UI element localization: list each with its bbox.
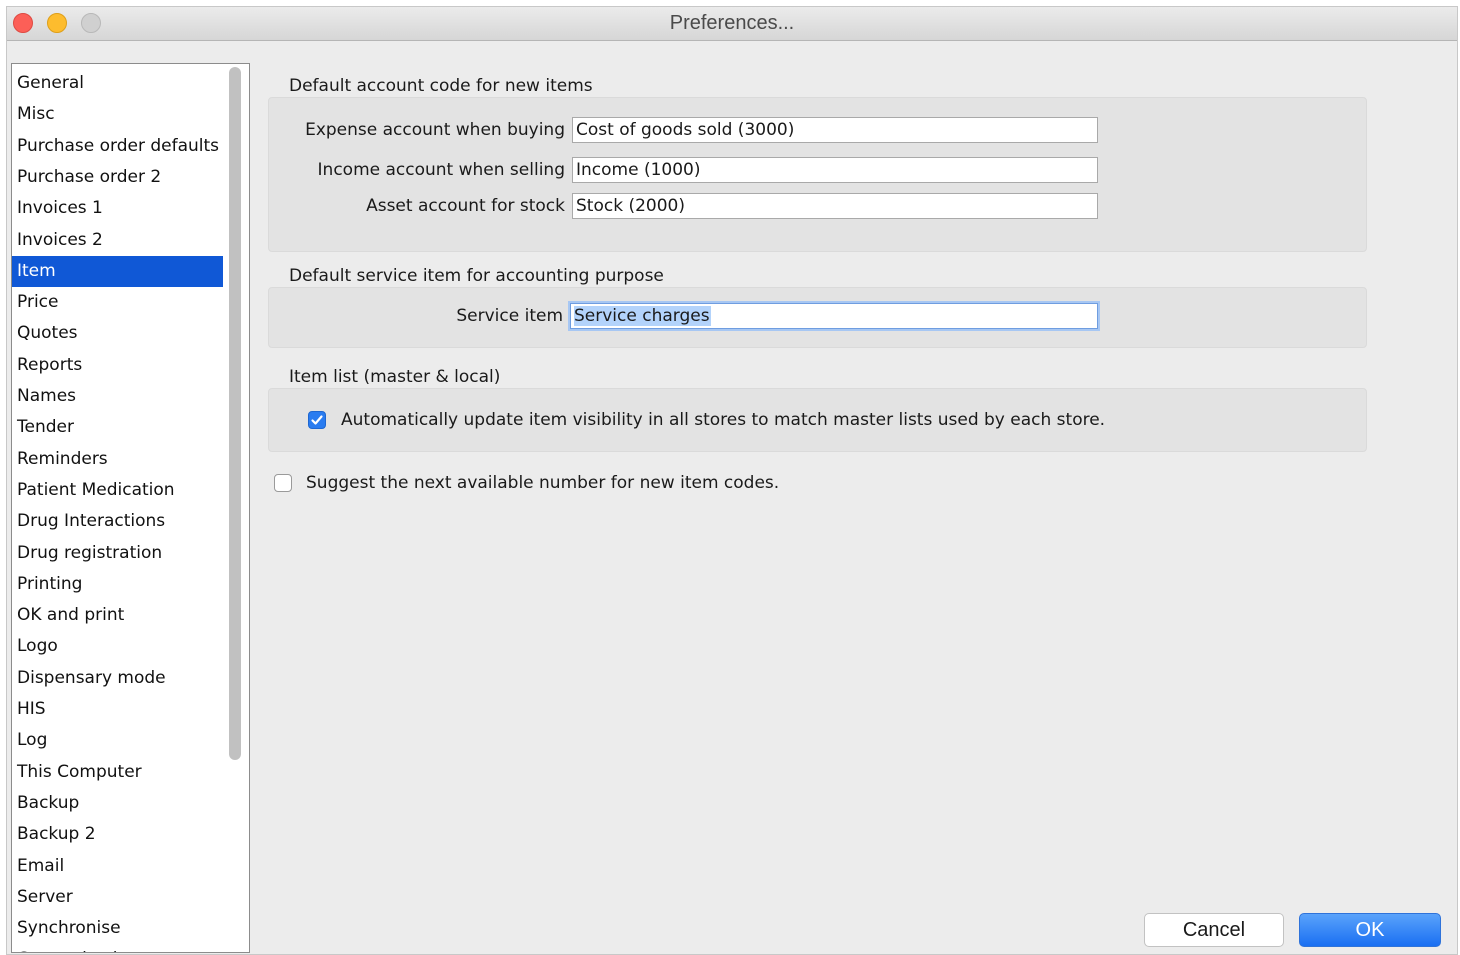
- ok-button[interactable]: OK: [1299, 913, 1441, 947]
- sidebar-item-server[interactable]: Server: [12, 882, 223, 913]
- cancel-button[interactable]: Cancel: [1144, 913, 1284, 947]
- sidebar-item-misc[interactable]: Misc: [12, 99, 223, 130]
- asset-account-field[interactable]: Stock (2000): [572, 193, 1098, 219]
- service-item-value: Service charges: [574, 306, 711, 326]
- service-item-label: Service item: [456, 306, 563, 326]
- sidebar-item-patient-medication[interactable]: Patient Medication: [12, 475, 223, 506]
- item-list-section-heading: Item list (master & local): [289, 367, 501, 387]
- auto-update-label[interactable]: Automatically update item visibility in …: [341, 410, 1105, 430]
- checkmark-icon: [311, 415, 323, 425]
- service-item-field[interactable]: Service charges: [570, 303, 1098, 329]
- sidebar-item-invoices-2[interactable]: Invoices 2: [12, 225, 223, 256]
- sidebar-item-names[interactable]: Names: [12, 381, 223, 412]
- sidebar-item-email[interactable]: Email: [12, 851, 223, 882]
- sidebar-item-backup[interactable]: Backup: [12, 788, 223, 819]
- sidebar-scrollbar-thumb[interactable]: [229, 67, 241, 760]
- sidebar-item-dispensary-mode[interactable]: Dispensary mode: [12, 663, 223, 694]
- service-section-heading: Default service item for accounting purp…: [289, 266, 664, 286]
- sidebar-item-this-computer[interactable]: This Computer: [12, 757, 223, 788]
- preferences-sidebar[interactable]: General Misc Purchase order defaults Purcha…: [11, 63, 250, 953]
- sidebar-item-printing[interactable]: Printing: [12, 569, 223, 600]
- sidebar-item-tender[interactable]: Tender: [12, 412, 223, 443]
- sidebar-item-reminders[interactable]: Reminders: [12, 444, 223, 475]
- sidebar-item-purchase-order-2[interactable]: Purchase order 2: [12, 162, 223, 193]
- auto-update-checkbox[interactable]: [308, 411, 326, 429]
- sidebar-item-reports[interactable]: Reports: [12, 350, 223, 381]
- sidebar-item-purchase-order-defaults[interactable]: Purchase order defaults: [12, 131, 223, 162]
- expense-account-field[interactable]: Cost of goods sold (3000): [572, 117, 1098, 143]
- suggest-item-code-label[interactable]: Suggest the next available number for ne…: [306, 473, 779, 493]
- sidebar-item-general[interactable]: General: [12, 68, 223, 99]
- income-account-label: Income account when selling: [317, 160, 565, 180]
- sidebar-item-ok-and-print[interactable]: OK and print: [12, 600, 223, 631]
- sidebar-item-backup-2[interactable]: Backup 2: [12, 819, 223, 850]
- sidebar-item-logo[interactable]: Logo: [12, 631, 223, 662]
- window-title: Preferences...: [669, 12, 795, 34]
- asset-account-label: Asset account for stock: [366, 196, 565, 216]
- expense-account-label: Expense account when buying: [305, 120, 565, 140]
- sidebar-item-log[interactable]: Log: [12, 725, 223, 756]
- accounts-section-heading: Default account code for new items: [289, 76, 593, 96]
- income-account-field[interactable]: Income (1000): [572, 157, 1098, 183]
- sidebar-item-his[interactable]: HIS: [12, 694, 223, 725]
- sidebar-item-customisation[interactable]: Customisation: [12, 944, 223, 952]
- sidebar-item-price[interactable]: Price: [12, 287, 223, 318]
- preferences-window: Preferences... General Misc Purchase order…: [6, 6, 1458, 955]
- title-bar[interactable]: Preferences...: [7, 7, 1457, 41]
- sidebar-item-synchronise[interactable]: Synchronise: [12, 913, 223, 944]
- sidebar-item-drug-registration[interactable]: Drug registration: [12, 538, 223, 569]
- suggest-item-code-checkbox[interactable]: [274, 474, 292, 492]
- sidebar-item-drug-interactions[interactable]: Drug Interactions: [12, 506, 223, 537]
- sidebar-item-invoices-1[interactable]: Invoices 1: [12, 193, 223, 224]
- sidebar-item-quotes[interactable]: Quotes: [12, 318, 223, 349]
- sidebar-item-item[interactable]: Item: [12, 255, 223, 287]
